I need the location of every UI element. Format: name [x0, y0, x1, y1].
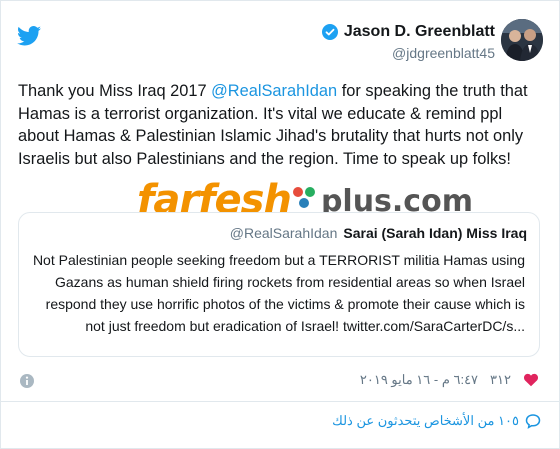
author-name[interactable]: Jason D. Greenblatt: [344, 23, 495, 41]
meta-right: ٦:٤٧ م - ١٦ مايو ٢٠١٩ ٣١٢: [360, 372, 539, 388]
quoted-tweet-header: @RealSarahIdan Sarai (Sarah Idan) Miss I…: [230, 225, 527, 241]
people-talking-text[interactable]: ١٠٥ من الأشخاص يتحدثون عن ذلك: [332, 413, 519, 429]
speech-bubble-icon: [525, 414, 541, 429]
mention-link[interactable]: @RealSarahIdan: [211, 82, 337, 100]
tweet-text: Thank you Miss Iraq 2017 @RealSarahIdan …: [18, 80, 546, 170]
divider: [1, 401, 560, 402]
author-block[interactable]: Jason D. Greenblatt @jdgreenblatt45: [321, 23, 495, 61]
avatar[interactable]: [501, 19, 543, 61]
quoted-tweet[interactable]: @RealSarahIdan Sarai (Sarah Idan) Miss I…: [18, 212, 540, 357]
info-icon[interactable]: [19, 373, 35, 389]
quoted-tweet-text: Not Palestinian people seeking freedom b…: [32, 252, 525, 334]
twitter-bird-icon[interactable]: [17, 26, 41, 46]
people-talking-link[interactable]: ١٠٥ من الأشخاص يتحدثون عن ذلك: [332, 413, 541, 429]
tweet-text-before: Thank you Miss Iraq 2017: [18, 82, 212, 100]
verified-badge-icon: [321, 24, 338, 40]
embedded-tweet-card: Jason D. Greenblatt @jdgreenblatt45 Than…: [0, 0, 560, 449]
heart-icon[interactable]: [523, 372, 539, 388]
author-handle[interactable]: @jdgreenblatt45: [322, 45, 495, 61]
tweet-meta-row: ٦:٤٧ م - ١٦ مايو ٢٠١٩ ٣١٢: [19, 372, 539, 392]
timestamp[interactable]: ٦:٤٧ م - ١٦ مايو ٢٠١٩: [360, 372, 478, 388]
watermark-dots-icon: [292, 187, 315, 208]
quoted-tweet-handle: @RealSarahIdan: [229, 225, 338, 241]
quoted-tweet-name: Sarai (Sarah Idan) Miss Iraq: [343, 225, 527, 241]
like-count: ٣١٢: [490, 372, 511, 387]
